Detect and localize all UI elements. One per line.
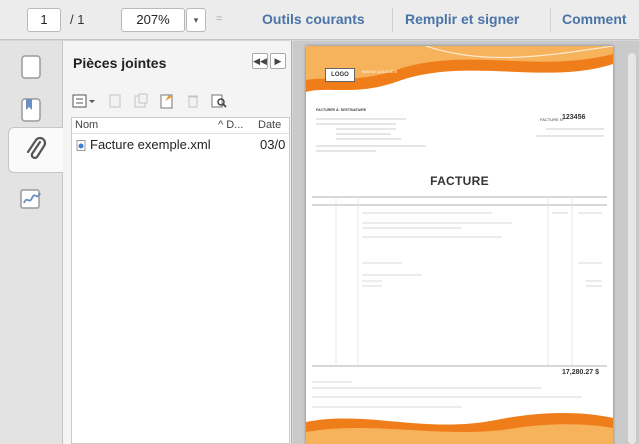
panel-collapse-button[interactable]: ◀◀ (252, 53, 268, 69)
zoom-dropdown-button[interactable]: ▾ (186, 8, 206, 32)
open-file-icon[interactable] (105, 91, 125, 111)
invoice-footer-swoosh (306, 413, 613, 444)
toolbar: 1 / 1 207% ▾ = Outils courants Remplir e… (0, 0, 639, 40)
pages-thumbnail-icon[interactable] (16, 52, 46, 82)
panel-options-button[interactable]: ▶ (270, 53, 286, 69)
toolbar-divider (550, 8, 551, 32)
attachment-date: 03/0 (260, 137, 286, 152)
invoice-number: 123456 (562, 114, 586, 121)
list-header: Nom ^ D... Date (72, 118, 289, 134)
attachments-panel: Pièces jointes ◀◀ ▶ Nom ^ D... Date Fact… (63, 41, 292, 444)
header-meta-lines (536, 128, 604, 137)
delete-icon[interactable] (183, 91, 203, 111)
invoice-number-label: FACTURE N° (540, 117, 565, 122)
zoom-input[interactable]: 207% (121, 8, 185, 32)
pdf-viewer-window: 1 / 1 207% ▾ = Outils courants Remplir e… (0, 0, 639, 444)
invoice-title: FACTURE (430, 174, 489, 188)
tools-button[interactable]: Outils courants (262, 11, 365, 27)
panel-title: Pièces jointes (73, 55, 167, 71)
invoice-total: 17,280.27 $ (562, 369, 599, 376)
page-number-input[interactable]: 1 (27, 8, 61, 32)
attachments-paperclip-icon (26, 136, 47, 159)
navigation-rail (0, 41, 63, 444)
toolbar-grip: = (216, 13, 223, 25)
options-menu-icon[interactable] (71, 91, 97, 111)
attachments-list: Nom ^ D... Date Facture exemple.xml 03/0 (71, 117, 290, 444)
comment-button[interactable]: Comment (562, 11, 627, 27)
toolbar-divider (392, 8, 393, 32)
column-header-date[interactable]: Date (258, 119, 281, 131)
fill-and-sign-button[interactable]: Remplir et signer (405, 11, 519, 27)
company-logo: LOGO (325, 68, 355, 82)
invoice-table (312, 196, 607, 367)
column-header-name[interactable]: Nom (75, 119, 98, 131)
invoice-to-label: FACTURER À: DESTINATAIRE (316, 108, 367, 112)
save-file-icon[interactable] (131, 91, 151, 111)
list-item[interactable]: Facture exemple.xml 03/0 (72, 134, 289, 154)
vertical-scrollbar[interactable] (628, 53, 636, 444)
invoice-page: LOGO NOM DE LA SOCIÉTÉ FACTURER À: DESTI… (306, 46, 613, 444)
bookmarks-icon[interactable] (16, 95, 46, 125)
attachment-name: Facture exemple.xml (90, 137, 211, 152)
search-icon[interactable] (209, 91, 229, 111)
xml-file-icon (76, 139, 86, 154)
company-line: NOM DE LA SOCIÉTÉ (362, 70, 398, 74)
attachments-tab[interactable] (8, 127, 63, 173)
column-header-description[interactable]: ^ D... (218, 119, 243, 131)
add-attachment-icon[interactable] (157, 91, 177, 111)
signatures-icon[interactable] (16, 184, 46, 214)
address-block-lines (316, 118, 426, 152)
document-view[interactable]: LOGO NOM DE LA SOCIÉTÉ FACTURER À: DESTI… (293, 41, 639, 444)
page-total-label: / 1 (70, 12, 85, 27)
